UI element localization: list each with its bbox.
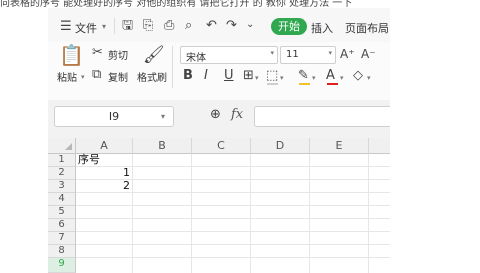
- row-header[interactable]: 8: [48, 245, 76, 258]
- tab-page-layout[interactable]: 页面布局: [345, 20, 389, 36]
- chevron-down-icon: ▾: [270, 49, 274, 57]
- chevron-down-icon: ▾: [328, 49, 332, 57]
- chevron-down-icon[interactable]: ▾: [367, 71, 371, 85]
- name-box[interactable]: I9: [54, 106, 174, 127]
- row-header[interactable]: 7: [48, 232, 76, 245]
- italic-button[interactable]: I: [204, 69, 208, 83]
- menubar: ☰ 文件 ▾ 🖫 ⎘ ⎙ ⌕ ↶ ↷ ⌄ 开始 插入 页面布局: [48, 8, 390, 42]
- chevron-down-icon[interactable]: ▾: [81, 70, 85, 84]
- gridline: [76, 218, 390, 219]
- sheet-grid: A B C D E 1 2 3 4 5 6 7 8 9 序号 1 2: [48, 138, 390, 273]
- divider: [114, 18, 115, 34]
- hamburger-menu-icon[interactable]: ☰: [60, 20, 72, 34]
- file-menu[interactable]: 文件: [75, 20, 97, 36]
- row-header-active[interactable]: 9: [48, 258, 76, 273]
- divider: [172, 46, 173, 88]
- spreadsheet-app: ☰ 文件 ▾ 🖫 ⎘ ⎙ ⌕ ↶ ↷ ⌄ 开始 插入 页面布局 📋 粘贴 ▾ ✂…: [48, 8, 390, 273]
- name-box-value: I9: [108, 110, 120, 123]
- tab-insert[interactable]: 插入: [311, 20, 333, 36]
- column-header-f[interactable]: [369, 138, 390, 154]
- row-header[interactable]: 4: [48, 193, 76, 206]
- chevron-down-icon[interactable]: ▾: [161, 110, 165, 124]
- gridline: [76, 257, 390, 258]
- cell-a3[interactable]: 2: [76, 180, 130, 192]
- highlight-icon[interactable]: ✎: [298, 69, 309, 83]
- row-header[interactable]: 5: [48, 206, 76, 219]
- font-name-select[interactable]: 宋体 ▾: [180, 46, 278, 64]
- print-icon[interactable]: ⎙: [164, 19, 174, 33]
- formula-input[interactable]: [254, 106, 390, 127]
- gridline: [132, 154, 133, 273]
- gridline: [76, 205, 390, 206]
- decrease-font-icon[interactable]: A⁻: [361, 47, 376, 61]
- font-size-select[interactable]: 11 ▾: [280, 46, 336, 64]
- select-all-triangle-icon: [65, 143, 72, 150]
- row-header[interactable]: 2: [48, 167, 76, 180]
- cell-a1[interactable]: 序号: [78, 154, 100, 166]
- bold-button[interactable]: B: [183, 69, 193, 83]
- ribbon-toolbar: 📋 粘贴 ▾ ✂ 剪切 ⧉ 复制 🖌 格式刷 宋体 ▾ 11 ▾ A⁺ A⁻ B…: [48, 42, 390, 101]
- redo-icon[interactable]: ↷: [226, 19, 237, 33]
- export-icon[interactable]: ⎘: [143, 19, 153, 33]
- cut-icon[interactable]: ✂: [92, 46, 103, 60]
- underline-button[interactable]: U: [224, 69, 234, 83]
- column-header-b[interactable]: B: [133, 138, 192, 154]
- highlight-color-bar: [299, 83, 310, 85]
- tab-home[interactable]: 开始: [271, 18, 307, 35]
- top-caption: 向表格的序号 能处理好的序号 对他的组织有 请把它打开 的 教你 处理方法 一下: [0, 0, 353, 8]
- font-color-icon[interactable]: A: [326, 69, 335, 83]
- save-icon[interactable]: 🖫: [122, 19, 133, 33]
- paste-icon[interactable]: 📋: [59, 44, 84, 66]
- gridline: [76, 192, 390, 193]
- font-color-bar: [327, 83, 338, 85]
- chevron-down-icon[interactable]: ▾: [102, 20, 106, 34]
- function-fx-icon[interactable]: fx: [231, 107, 243, 122]
- undo-icon[interactable]: ↶: [206, 19, 217, 33]
- increase-font-icon[interactable]: A⁺: [340, 47, 355, 61]
- row-header[interactable]: 3: [48, 180, 76, 193]
- chevron-down-icon[interactable]: ▾: [255, 71, 259, 85]
- border-icon[interactable]: ⊞: [243, 69, 254, 83]
- row-header[interactable]: 6: [48, 219, 76, 232]
- gridline: [368, 154, 369, 273]
- print-preview-icon[interactable]: ⌕: [185, 19, 192, 33]
- fill-color-bar: [267, 83, 278, 85]
- chevron-down-icon[interactable]: ▾: [280, 71, 284, 85]
- font-size-value: 11: [286, 49, 299, 60]
- fill-color-icon[interactable]: ⬚: [266, 69, 278, 83]
- gridline: [309, 154, 310, 273]
- font-name-value: 宋体: [186, 53, 206, 64]
- column-header-d[interactable]: D: [251, 138, 310, 154]
- chevron-down-icon[interactable]: ▾: [340, 71, 344, 85]
- paste-button[interactable]: 粘贴: [57, 69, 77, 84]
- column-header-a[interactable]: A: [76, 138, 133, 154]
- column-header-e[interactable]: E: [310, 138, 369, 154]
- gridline: [76, 231, 390, 232]
- format-painter-button[interactable]: 格式刷: [137, 69, 167, 84]
- chevron-down-icon[interactable]: ▾: [312, 71, 316, 85]
- copy-button[interactable]: 复制: [108, 69, 128, 84]
- clear-format-icon[interactable]: ◇: [353, 69, 363, 83]
- formula-bar: I9 ▾ ⊕ fx: [48, 100, 390, 138]
- gridline: [191, 154, 192, 273]
- select-all-corner[interactable]: [48, 138, 76, 154]
- cut-button[interactable]: 剪切: [108, 47, 128, 62]
- customize-toolbar-icon[interactable]: ⌄: [246, 18, 254, 32]
- row-header[interactable]: 1: [48, 154, 76, 167]
- gridline: [76, 244, 390, 245]
- zoom-icon[interactable]: ⊕: [210, 108, 221, 122]
- column-header-c[interactable]: C: [192, 138, 251, 154]
- copy-icon[interactable]: ⧉: [92, 68, 101, 82]
- gridline: [250, 154, 251, 273]
- cell-a2[interactable]: 1: [76, 167, 130, 179]
- format-painter-icon[interactable]: 🖌: [143, 45, 165, 65]
